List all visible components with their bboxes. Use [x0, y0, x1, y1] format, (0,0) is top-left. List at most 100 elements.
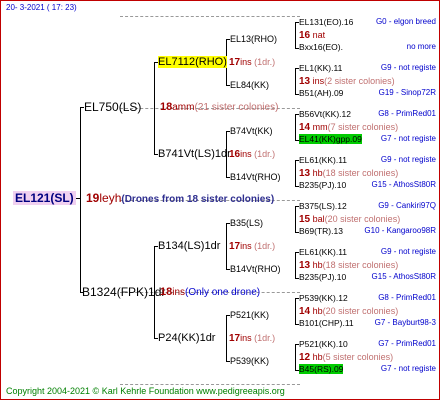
g1-queen-1[interactable]: EL750(LS): [84, 101, 141, 113]
g2-info-4: 17ins (1dr.): [229, 332, 275, 345]
g4-top-entry[interactable]: EL1(KK).11: [299, 62, 342, 74]
g4-mid-breeder: hb: [312, 352, 323, 362]
g4-top-group: G8 - PrimRed01: [378, 293, 436, 302]
guide-line: [120, 384, 300, 385]
g3-queen-5[interactable]: B35(LS): [230, 217, 263, 229]
g3-name: B14Vt(RHO): [230, 172, 281, 182]
g4-top-entry[interactable]: B56Vt(KK).12: [299, 108, 351, 120]
g4-mid-breeder: hb: [312, 260, 323, 270]
g3-queen-3[interactable]: B74Vt(KK): [230, 125, 273, 137]
g4-mid-breeder: bal: [312, 214, 325, 224]
g3-name: P539(KK): [230, 356, 270, 366]
g4-bot-group: G10 - Kangaroo98R: [364, 226, 436, 235]
g2-queen-4[interactable]: P24(KK)1dr: [158, 332, 215, 344]
g4-bot-name: B45(RS).09: [299, 364, 344, 374]
g4-bot-name: B235(PJ).10: [299, 180, 347, 190]
g1-info-1: 18amm(21 sister colonies): [160, 101, 278, 114]
g3-queen-4[interactable]: B14Vt(RHO): [230, 171, 281, 183]
g2-name: B741Vt(LS)1dr: [158, 148, 231, 160]
g2-note: (1dr.): [254, 57, 276, 67]
g4-bot-entry[interactable]: B45(RS).09: [299, 363, 344, 375]
g2-name: B134(LS)1dr: [158, 240, 221, 252]
g4-mid-breeder: mm: [312, 122, 328, 132]
g4-top-name: EL61(KK).11: [299, 155, 348, 165]
g4-mid-note: (2 sister colonies): [324, 76, 395, 86]
g4-bot-entry[interactable]: Bxx16(EO).: [299, 41, 343, 53]
g2-breeder: ins: [240, 241, 252, 251]
g4-top-group: G9 - not registe: [380, 247, 436, 256]
g4-top-group: G9 - not registe: [380, 155, 436, 164]
root-note: (Drones from 18 sister colonies): [121, 194, 275, 205]
date-stamp: 20- 3-2021 ( 17: 23): [6, 3, 77, 12]
g3-queen-7[interactable]: P521(KK): [230, 309, 269, 321]
g3-name: EL13(RHO): [230, 34, 278, 44]
g4-top-group: G7 - PrimRed01: [378, 339, 436, 348]
g4-top-entry[interactable]: EL61(KK).11: [299, 154, 347, 166]
g3-name: EL84(KK): [230, 80, 270, 90]
g4-top-entry[interactable]: EL61(KK).11: [299, 246, 347, 258]
g3-queen-8[interactable]: P539(KK): [230, 355, 269, 367]
g1-queen-2[interactable]: B1324(FPK)1dr: [82, 286, 165, 298]
connector-line: [80, 107, 81, 292]
g4-mid-year: 12: [299, 352, 311, 363]
g4-bot-name: Bxx16(EO).: [299, 42, 343, 52]
g4-top-entry[interactable]: P521(KK).10: [299, 338, 348, 350]
connector-line: [295, 344, 296, 370]
g4-bot-name: B51(AH).09: [299, 88, 344, 98]
g3-name: B74Vt(KK): [230, 126, 273, 136]
g4-top-group: G0 - elgon breed: [375, 17, 436, 26]
g4-bot-group: G7 - not registe: [380, 134, 436, 143]
g4-bot-entry[interactable]: B69(TR).13: [299, 225, 343, 237]
connector-line: [226, 315, 227, 361]
g1-year: 18: [160, 286, 173, 298]
connector-line: [295, 252, 296, 278]
g4-mid-note: (18 sister colonies): [322, 260, 399, 270]
g4-bot-entry[interactable]: B235(PJ).10: [299, 179, 346, 191]
g2-queen-1[interactable]: EL7112(RHO): [158, 56, 227, 68]
g4-top-entry[interactable]: P539(KK).12: [299, 292, 348, 304]
connector-line: [295, 160, 296, 186]
root-queen[interactable]: EL121(SL): [13, 191, 76, 205]
root-name: EL121(SL): [13, 191, 76, 205]
g4-bot-name: B69(TR).13: [299, 226, 343, 236]
g4-mid-note: (18 sister colonies): [322, 168, 399, 178]
g1-note: (Only one drone): [185, 287, 261, 298]
g1-breeder: amm: [172, 102, 195, 113]
g2-info-1: 17ins (1dr.): [229, 56, 275, 69]
g3-queen-1[interactable]: EL13(RHO): [230, 33, 277, 45]
root-breeder: leyh: [99, 191, 122, 205]
g2-queen-3[interactable]: B134(LS)1dr: [158, 240, 220, 252]
g1-year: 18: [160, 101, 173, 113]
g2-breeder: ins: [240, 57, 252, 67]
g4-mid-year: 14: [299, 306, 311, 317]
g3-name: B35(LS): [230, 218, 264, 228]
connector-line: [295, 68, 296, 94]
g4-top-name: B375(LS).12: [299, 201, 347, 211]
g4-mid-breeder: hb: [312, 306, 323, 316]
g4-top-group: G9 - Cankiri97Q: [378, 201, 436, 210]
g2-queen-2[interactable]: B741Vt(LS)1dr: [158, 148, 231, 160]
g4-mid-breeder: hb: [312, 168, 323, 178]
g4-bot-entry[interactable]: B51(AH).09: [299, 87, 343, 99]
g4-top-name: EL61(KK).11: [299, 247, 348, 257]
g3-queen-6[interactable]: B14Vt(RHO): [230, 263, 281, 275]
g4-top-group: G8 - PrimRed01: [378, 109, 436, 118]
connector-line: [295, 298, 296, 324]
g2-year: 17: [229, 57, 241, 68]
g2-name: P24(KK)1dr: [158, 332, 216, 344]
g2-note: (1dr.): [254, 333, 276, 343]
g4-top-name: EL131(EO).16: [299, 17, 354, 27]
g1-name: B1324(FPK)1dr: [82, 285, 166, 299]
g4-top-name: P521(KK).10: [299, 339, 348, 349]
g3-queen-2[interactable]: EL84(KK): [230, 79, 269, 91]
g4-top-entry[interactable]: B375(LS).12: [299, 200, 347, 212]
g4-bot-entry[interactable]: B235(PJ).10: [299, 271, 346, 283]
g4-top-entry[interactable]: EL131(EO).16: [299, 16, 353, 28]
g4-bot-entry[interactable]: B101(CHP).11: [299, 317, 354, 329]
g4-bot-entry[interactable]: EL41(KK)gpp.09: [299, 133, 362, 145]
connector-line: [226, 223, 227, 269]
g4-bot-group: G19 - Sinop72R: [378, 88, 436, 97]
g4-mid-year: 15: [299, 214, 311, 225]
g4-mid-year: 14: [299, 122, 311, 133]
g4-mid-breeder: ins: [312, 76, 325, 86]
